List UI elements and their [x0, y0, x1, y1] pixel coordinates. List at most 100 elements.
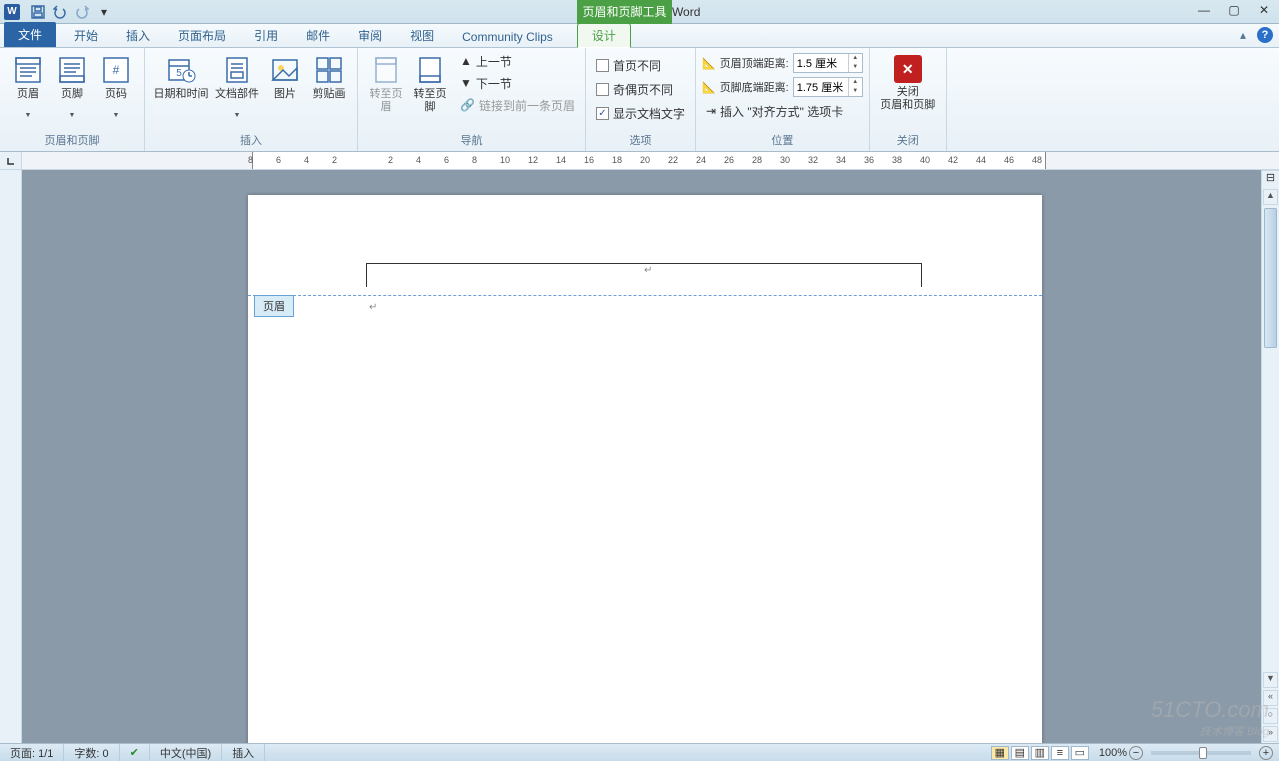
goto-footer-label: 转至页脚	[410, 88, 450, 114]
header-distance-spinner[interactable]: ▲▼	[793, 53, 863, 73]
print-layout-view-icon[interactable]: ▦	[991, 746, 1009, 760]
qat-dropdown-icon[interactable]: ▾	[94, 3, 114, 21]
scroll-track[interactable]	[1262, 206, 1279, 671]
page-number-button[interactable]: # 页码▼	[94, 50, 138, 121]
scroll-thumb[interactable]	[1264, 208, 1277, 348]
proofing-icon: ✔	[130, 746, 139, 759]
tab-insert[interactable]: 插入	[112, 24, 164, 47]
arrow-down-icon: ▼	[460, 76, 472, 90]
group-label-hf: 页眉和页脚	[0, 130, 144, 151]
page[interactable]: ↵ 页眉 ↵	[248, 195, 1042, 743]
prev-section-button[interactable]: ▲上一节	[456, 50, 579, 72]
tab-file[interactable]: 文件	[4, 22, 56, 47]
show-doc-text-checkbox[interactable]: ✓显示文档文字	[592, 102, 689, 124]
goto-header-label: 转至页眉	[366, 88, 406, 114]
titlebar: W ▾ 文档1 - Microsoft Word 页眉和页脚工具 — ▢ ✕	[0, 0, 1279, 24]
spin-up-icon[interactable]: ▲	[849, 78, 862, 87]
close-hf-label: 关闭 页眉和页脚	[880, 86, 935, 112]
status-language[interactable]: 中文(中国)	[150, 744, 222, 761]
clipart-label: 剪贴画	[313, 88, 346, 114]
status-word-count[interactable]: 字数: 0	[64, 744, 119, 761]
undo-icon[interactable]	[50, 3, 70, 21]
clipart-button[interactable]: 剪贴画	[307, 50, 351, 116]
link-previous-label: 链接到前一条页眉	[479, 97, 575, 114]
close-icon: ✕	[894, 55, 922, 83]
header-distance-input[interactable]	[794, 57, 848, 69]
outline-view-icon[interactable]: ≡	[1051, 746, 1069, 760]
app-icon[interactable]: W	[4, 4, 20, 20]
picture-label: 图片	[274, 88, 296, 114]
first-page-different-checkbox[interactable]: 首页不同	[592, 54, 689, 76]
tab-references[interactable]: 引用	[240, 24, 292, 47]
footer-button[interactable]: 页脚▼	[50, 50, 94, 121]
arrow-up-icon: ▲	[460, 54, 472, 68]
zoom-out-icon[interactable]: −	[1129, 746, 1143, 760]
insert-align-tab-label: 插入 "对齐方式" 选项卡	[720, 103, 843, 120]
minimize-ribbon-icon[interactable]: ▴	[1235, 27, 1251, 43]
group-label-close: 关闭	[870, 130, 946, 151]
close-header-footer-button[interactable]: ✕ 关闭 页眉和页脚	[876, 50, 940, 114]
tab-community-clips[interactable]: Community Clips	[448, 27, 567, 47]
status-page[interactable]: 页面: 1/1	[0, 744, 64, 761]
tab-review[interactable]: 审阅	[344, 24, 396, 47]
goto-header-button: 转至页眉	[364, 50, 408, 116]
help-icon[interactable]: ?	[1257, 27, 1273, 43]
picture-button[interactable]: 图片	[263, 50, 307, 116]
group-close: ✕ 关闭 页眉和页脚 关闭	[870, 48, 947, 151]
vertical-scrollbar[interactable]: ⊟ ▲ ▼ « ○ »	[1261, 170, 1279, 743]
group-label-options: 选项	[586, 130, 695, 151]
footer-distance-label: 页脚底端距离:	[720, 79, 789, 95]
scroll-down-icon[interactable]: ▼	[1263, 672, 1278, 688]
tab-view[interactable]: 视图	[396, 24, 448, 47]
zoom-in-icon[interactable]: +	[1259, 746, 1273, 760]
footer-distance-spinner[interactable]: ▲▼	[793, 77, 863, 97]
zoom-handle[interactable]	[1199, 747, 1207, 759]
save-icon[interactable]	[28, 3, 48, 21]
tab-mailings[interactable]: 邮件	[292, 24, 344, 47]
spin-down-icon[interactable]: ▼	[849, 87, 862, 96]
odd-even-different-checkbox[interactable]: 奇偶页不同	[592, 78, 689, 100]
header-button[interactable]: 页眉▼	[6, 50, 50, 121]
ruler-toggle-icon[interactable]: ⊟	[1262, 170, 1279, 188]
tab-design[interactable]: 设计	[577, 23, 631, 48]
window-controls: — ▢ ✕	[1189, 0, 1279, 20]
insert-align-tab-button[interactable]: ⇥插入 "对齐方式" 选项卡	[702, 100, 863, 122]
date-time-button[interactable]: 5 日期和时间	[151, 50, 211, 116]
tab-selector[interactable]	[0, 152, 22, 169]
odd-even-different-label: 奇偶页不同	[613, 81, 673, 98]
zoom-percent[interactable]: 100%	[1099, 747, 1127, 759]
header-boundary	[248, 295, 1042, 296]
tab-page-layout[interactable]: 页面布局	[164, 24, 240, 47]
document-area[interactable]: ↵ 页眉 ↵	[22, 170, 1261, 743]
full-screen-view-icon[interactable]: ▤	[1011, 746, 1029, 760]
link-icon: 🔗	[460, 98, 475, 112]
scroll-up-icon[interactable]: ▲	[1263, 189, 1278, 205]
spin-down-icon[interactable]: ▼	[849, 63, 862, 72]
checkbox-icon	[596, 59, 609, 72]
close-button[interactable]: ✕	[1249, 0, 1279, 20]
status-insert-mode[interactable]: 插入	[222, 744, 265, 761]
maximize-button[interactable]: ▢	[1219, 0, 1249, 20]
footer-distance-input[interactable]	[794, 81, 848, 93]
zoom-slider[interactable]	[1151, 751, 1251, 755]
horizontal-ruler[interactable]: 8642246810121416182022242628303234363840…	[0, 152, 1279, 170]
web-layout-view-icon[interactable]: ▥	[1031, 746, 1049, 760]
next-section-button[interactable]: ▼下一节	[456, 72, 579, 94]
draft-view-icon[interactable]: ▭	[1071, 746, 1089, 760]
link-previous-button: 🔗 链接到前一条页眉	[456, 94, 579, 116]
group-header-footer: 页眉▼ 页脚▼ # 页码▼ 页眉和页脚	[0, 48, 145, 151]
minimize-button[interactable]: —	[1189, 0, 1219, 20]
ruler-icon: 📐	[702, 57, 716, 70]
vertical-ruler[interactable]	[0, 170, 22, 743]
status-proofing[interactable]: ✔	[120, 744, 150, 761]
header-edit-zone[interactable]	[366, 263, 922, 287]
spin-up-icon[interactable]: ▲	[849, 54, 862, 63]
group-insert: 5 日期和时间 文档部件▼ 图片 剪贴画 插入	[145, 48, 358, 151]
ruler-icon: 📐	[702, 81, 716, 94]
redo-icon[interactable]	[72, 3, 92, 21]
doc-parts-button[interactable]: 文档部件▼	[211, 50, 263, 121]
date-time-label: 日期和时间	[154, 88, 209, 114]
goto-footer-button[interactable]: 转至页脚	[408, 50, 452, 116]
page-number-label: 页码	[105, 88, 127, 114]
tab-home[interactable]: 开始	[60, 24, 112, 47]
